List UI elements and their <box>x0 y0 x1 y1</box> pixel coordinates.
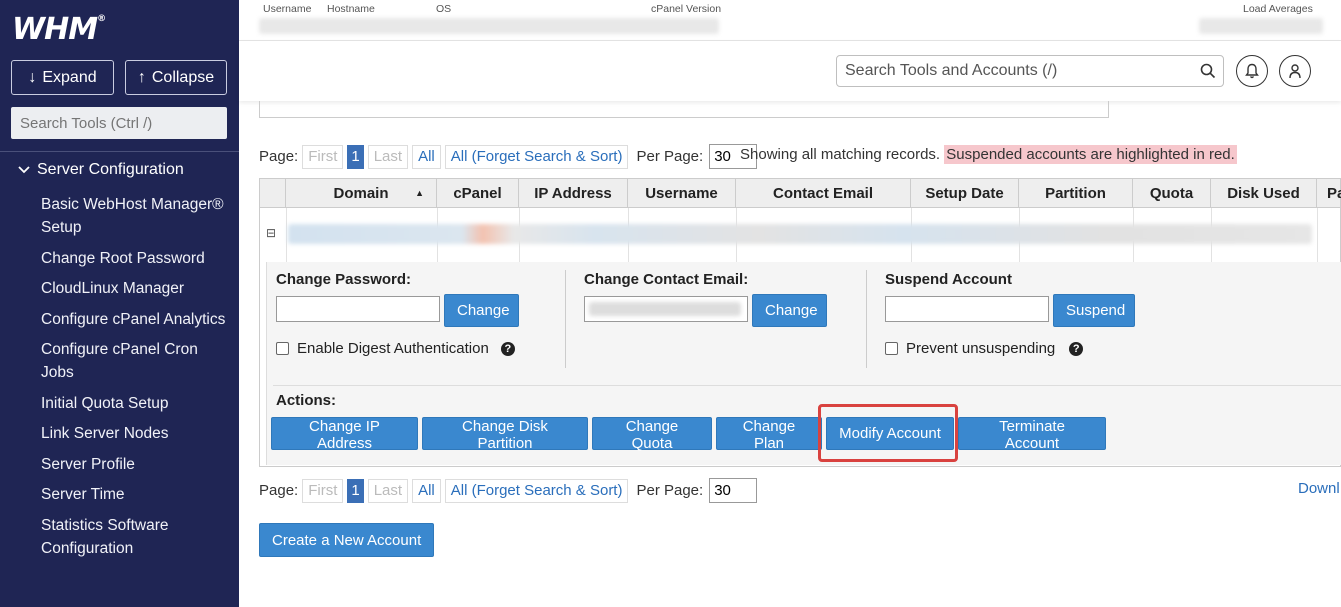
column-quota[interactable]: Quota <box>1133 179 1211 208</box>
pager-all[interactable]: All <box>412 478 441 503</box>
modify-account-button[interactable]: Modify Account <box>826 417 954 450</box>
change-quota-button[interactable]: Change Quota <box>592 417 712 452</box>
column-toggle <box>260 179 286 208</box>
showing-records-text: Showing all matching records. Suspended … <box>740 145 1237 164</box>
suspend-reason-input[interactable] <box>885 296 1049 322</box>
arrow-up-icon: ↑ <box>137 68 146 86</box>
sidebar-item-cpanel-cron-jobs[interactable]: Configure cPanel Cron Jobs <box>41 338 231 384</box>
column-ip-address[interactable]: IP Address <box>519 179 628 208</box>
suspend-button[interactable]: Suspend <box>1053 294 1135 327</box>
chevron-down-icon <box>18 166 30 174</box>
sidebar: WHM® ↓Expand ↑Collapse Server Configurat… <box>0 0 239 607</box>
change-ip-address-button[interactable]: Change IP Address <box>271 417 418 452</box>
divider <box>866 270 867 368</box>
hostname-header: Hostname <box>327 3 375 15</box>
change-password-label: Change Password: <box>276 271 412 288</box>
sidebar-search-input[interactable] <box>11 107 227 139</box>
column-disk-used[interactable]: Disk Used <box>1211 179 1317 208</box>
redacted-load-averages <box>1199 18 1323 34</box>
pager-forget-search-sort[interactable]: All (Forget Search & Sort) <box>444 478 629 503</box>
bell-icon <box>1245 63 1259 79</box>
column-cpanel[interactable]: cPanel <box>437 179 519 208</box>
checkbox[interactable] <box>276 342 289 355</box>
actions-divider <box>273 385 1341 386</box>
column-partition[interactable]: Partition <box>1019 179 1133 208</box>
pager-top: Page: First 1 Last All All (Forget Searc… <box>259 144 758 169</box>
account-details-panel: Change Password: Change Enable Digest Au… <box>259 262 1341 467</box>
column-username[interactable]: Username <box>628 179 736 208</box>
cpanel-version-header: cPanel Version <box>651 3 722 15</box>
user-account-button[interactable] <box>1279 55 1311 87</box>
checkbox[interactable] <box>885 342 898 355</box>
search-tools-accounts-input[interactable] <box>836 55 1224 87</box>
notifications-button[interactable] <box>1236 55 1268 87</box>
sidebar-item-statistics-software[interactable]: Statistics Software Configuration <box>41 514 231 560</box>
search-form-box <box>259 101 1109 118</box>
username-header: Username <box>263 3 312 15</box>
sidebar-menu: Basic WebHost Manager® Setup Change Root… <box>41 193 231 567</box>
load-averages-header: Load Averages <box>1243 3 1313 15</box>
prevent-unsuspending-checkbox[interactable]: Prevent unsuspending ? <box>885 340 1084 357</box>
terminate-account-button[interactable]: Terminate Account <box>958 417 1106 452</box>
pager-first: First <box>302 478 344 503</box>
column-package[interactable]: Pa <box>1317 179 1341 208</box>
create-new-account-button[interactable]: Create a New Account <box>259 523 435 557</box>
sort-asc-icon: ▲ <box>415 188 424 198</box>
arrow-down-icon: ↓ <box>28 68 37 86</box>
sidebar-item-change-root-password[interactable]: Change Root Password <box>41 247 231 270</box>
pager-bottom: Page: First 1 Last All All (Forget Searc… <box>259 478 758 503</box>
table-header-row: Domain ▲ cPanel IP Address Username Conta… <box>260 179 1341 208</box>
suspend-account-label: Suspend Account <box>885 271 1012 288</box>
divider <box>565 270 566 368</box>
help-icon[interactable]: ? <box>1069 341 1084 356</box>
redacted-email <box>589 302 741 316</box>
download-link[interactable]: Downl <box>1298 480 1340 497</box>
os-header: OS <box>436 3 452 15</box>
sidebar-item-server-time[interactable]: Server Time <box>41 483 231 506</box>
table-row[interactable]: ⊟ <box>260 208 1340 262</box>
sidebar-item-cloudlinux-manager[interactable]: CloudLinux Manager <box>41 277 231 300</box>
column-setup-date[interactable]: Setup Date <box>911 179 1019 208</box>
redacted-account-row <box>288 224 1312 244</box>
user-icon <box>1289 64 1301 79</box>
change-plan-button[interactable]: Change Plan <box>716 417 822 452</box>
change-password-button[interactable]: Change <box>444 294 519 327</box>
pager-page-1[interactable]: 1 <box>347 144 364 169</box>
search-icon[interactable] <box>1200 63 1216 79</box>
column-domain[interactable]: Domain ▲ <box>286 179 437 208</box>
sidebar-section-server-configuration[interactable]: Server Configuration <box>18 161 184 179</box>
collapse-row-icon[interactable]: ⊟ <box>266 226 276 240</box>
redacted-server-info <box>259 18 719 34</box>
sidebar-divider <box>0 151 239 152</box>
help-icon[interactable]: ? <box>500 341 515 356</box>
change-disk-partition-button[interactable]: Change Disk Partition <box>422 417 588 452</box>
contact-email-input[interactable] <box>584 296 748 322</box>
digest-auth-checkbox[interactable]: Enable Digest Authentication ? <box>276 340 515 357</box>
sidebar-item-cpanel-analytics[interactable]: Configure cPanel Analytics <box>41 308 231 331</box>
sidebar-item-basic-webhost-setup[interactable]: Basic WebHost Manager® Setup <box>41 193 231 239</box>
pager-first: First <box>302 144 344 169</box>
column-contact-email[interactable]: Contact Email <box>736 179 911 208</box>
sidebar-item-initial-quota-setup[interactable]: Initial Quota Setup <box>41 392 231 415</box>
accounts-table: Domain ▲ cPanel IP Address Username Conta… <box>259 178 1341 262</box>
pager-all[interactable]: All <box>412 144 441 169</box>
server-info-bar: Username Hostname OS cPanel Version Load… <box>239 0 1341 41</box>
whm-logo[interactable]: WHM® <box>12 12 106 47</box>
sidebar-item-link-server-nodes[interactable]: Link Server Nodes <box>41 422 231 445</box>
pager-forget-search-sort[interactable]: All (Forget Search & Sort) <box>444 144 629 169</box>
suspended-note: Suspended accounts are highlighted in re… <box>944 145 1237 164</box>
sidebar-item-server-profile[interactable]: Server Profile <box>41 453 231 476</box>
change-email-button[interactable]: Change <box>752 294 827 327</box>
collapse-button[interactable]: ↑ Collapse <box>125 60 227 95</box>
pager-page-1[interactable]: 1 <box>347 478 364 503</box>
change-contact-email-label: Change Contact Email: <box>584 271 749 288</box>
expand-button[interactable]: ↓ Expand <box>11 60 114 95</box>
pager-last: Last <box>367 144 409 169</box>
actions-label: Actions: <box>276 392 336 409</box>
per-page-input[interactable] <box>709 478 758 503</box>
new-password-input[interactable] <box>276 296 440 322</box>
pager-last: Last <box>367 478 409 503</box>
